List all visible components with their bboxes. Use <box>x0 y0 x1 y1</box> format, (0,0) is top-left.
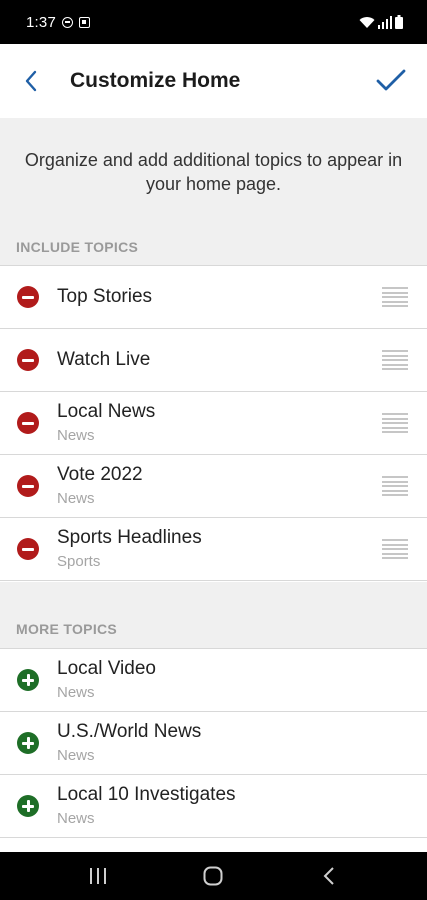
add-icon[interactable] <box>17 669 39 691</box>
done-button[interactable] <box>355 44 427 118</box>
drag-handle-icon[interactable] <box>382 539 408 559</box>
drag-handle-icon[interactable] <box>382 350 408 370</box>
drag-handle-icon[interactable] <box>382 287 408 307</box>
recent-apps-button[interactable] <box>68 852 128 900</box>
page-title: Customize Home <box>70 69 241 92</box>
system-nav-bar <box>0 852 427 900</box>
row-text: Local 10 Investigates News <box>57 784 236 828</box>
remove-icon[interactable] <box>17 475 39 497</box>
remove-icon[interactable] <box>17 349 39 371</box>
row-text: Vote 2022 News <box>57 464 143 508</box>
check-icon <box>376 69 406 91</box>
drag-handle-icon[interactable] <box>382 476 408 496</box>
topic-title: Top Stories <box>57 286 153 307</box>
status-right <box>359 15 403 29</box>
topic-title: Local 10 Investigates <box>57 784 236 805</box>
row-text: Watch Live <box>57 349 150 371</box>
topic-category: News <box>57 427 95 444</box>
include-topics-list: Top Stories Watch Live Local News News V… <box>0 265 427 581</box>
topic-category: News <box>57 684 95 701</box>
back-button[interactable] <box>0 44 62 118</box>
notification-icon <box>79 16 90 28</box>
intro-text: Organize and add additional topics to ap… <box>24 150 403 194</box>
topic-title: Vote 2022 <box>57 464 143 485</box>
intro-section: Organize and add additional topics to ap… <box>0 118 427 266</box>
include-topics-label: INCLUDE TOPICS <box>16 239 139 255</box>
topic-category: News <box>57 810 95 827</box>
more-topics-list: Local Video News U.S./World News News Lo… <box>0 648 427 838</box>
row-text: Local Video News <box>57 658 156 702</box>
topic-title: Watch Live <box>57 349 151 370</box>
remove-icon[interactable] <box>17 412 39 434</box>
topic-title: Sports Headlines <box>57 527 202 548</box>
recent-apps-icon <box>89 868 106 884</box>
status-left: 1:37 <box>26 14 90 31</box>
topic-title: Local News <box>57 401 156 422</box>
row-text: Top Stories <box>57 286 152 308</box>
list-item[interactable]: Local 10 Investigates News <box>0 775 427 838</box>
topic-category: Sports <box>57 553 101 570</box>
do-not-disturb-icon <box>62 16 73 28</box>
row-text: U.S./World News News <box>57 721 201 765</box>
list-item[interactable]: U.S./World News News <box>0 712 427 775</box>
system-back-button[interactable] <box>299 852 359 900</box>
list-item[interactable]: Sports Headlines Sports <box>0 518 427 581</box>
add-icon[interactable] <box>17 732 39 754</box>
topic-category: News <box>57 747 95 764</box>
remove-icon[interactable] <box>17 286 39 308</box>
home-button[interactable] <box>183 852 243 900</box>
row-text: Local News News <box>57 401 155 445</box>
list-item[interactable]: Local News News <box>0 392 427 455</box>
list-item[interactable]: Local Video News <box>0 649 427 712</box>
app-header: Customize Home <box>0 44 427 118</box>
battery-icon <box>395 15 403 29</box>
back-icon <box>323 867 334 885</box>
topic-title: U.S./World News <box>57 721 202 742</box>
remove-icon[interactable] <box>17 538 39 560</box>
wifi-icon <box>359 17 375 28</box>
more-topics-section: MORE TOPICS <box>0 582 427 648</box>
status-time: 1:37 <box>26 13 56 31</box>
topic-category: News <box>57 490 95 507</box>
row-text: Sports Headlines Sports <box>57 527 202 571</box>
list-item[interactable]: Watch Live <box>0 329 427 392</box>
status-bar: 1:37 <box>0 0 427 44</box>
signal-icon <box>378 16 392 29</box>
home-icon <box>203 866 223 886</box>
list-item[interactable]: Vote 2022 News <box>0 455 427 518</box>
chevron-left-icon <box>25 70 37 92</box>
add-icon[interactable] <box>17 795 39 817</box>
more-topics-label: MORE TOPICS <box>16 621 118 637</box>
drag-handle-icon[interactable] <box>382 413 408 433</box>
list-item[interactable]: Top Stories <box>0 266 427 329</box>
topic-title: Local Video <box>57 658 156 679</box>
